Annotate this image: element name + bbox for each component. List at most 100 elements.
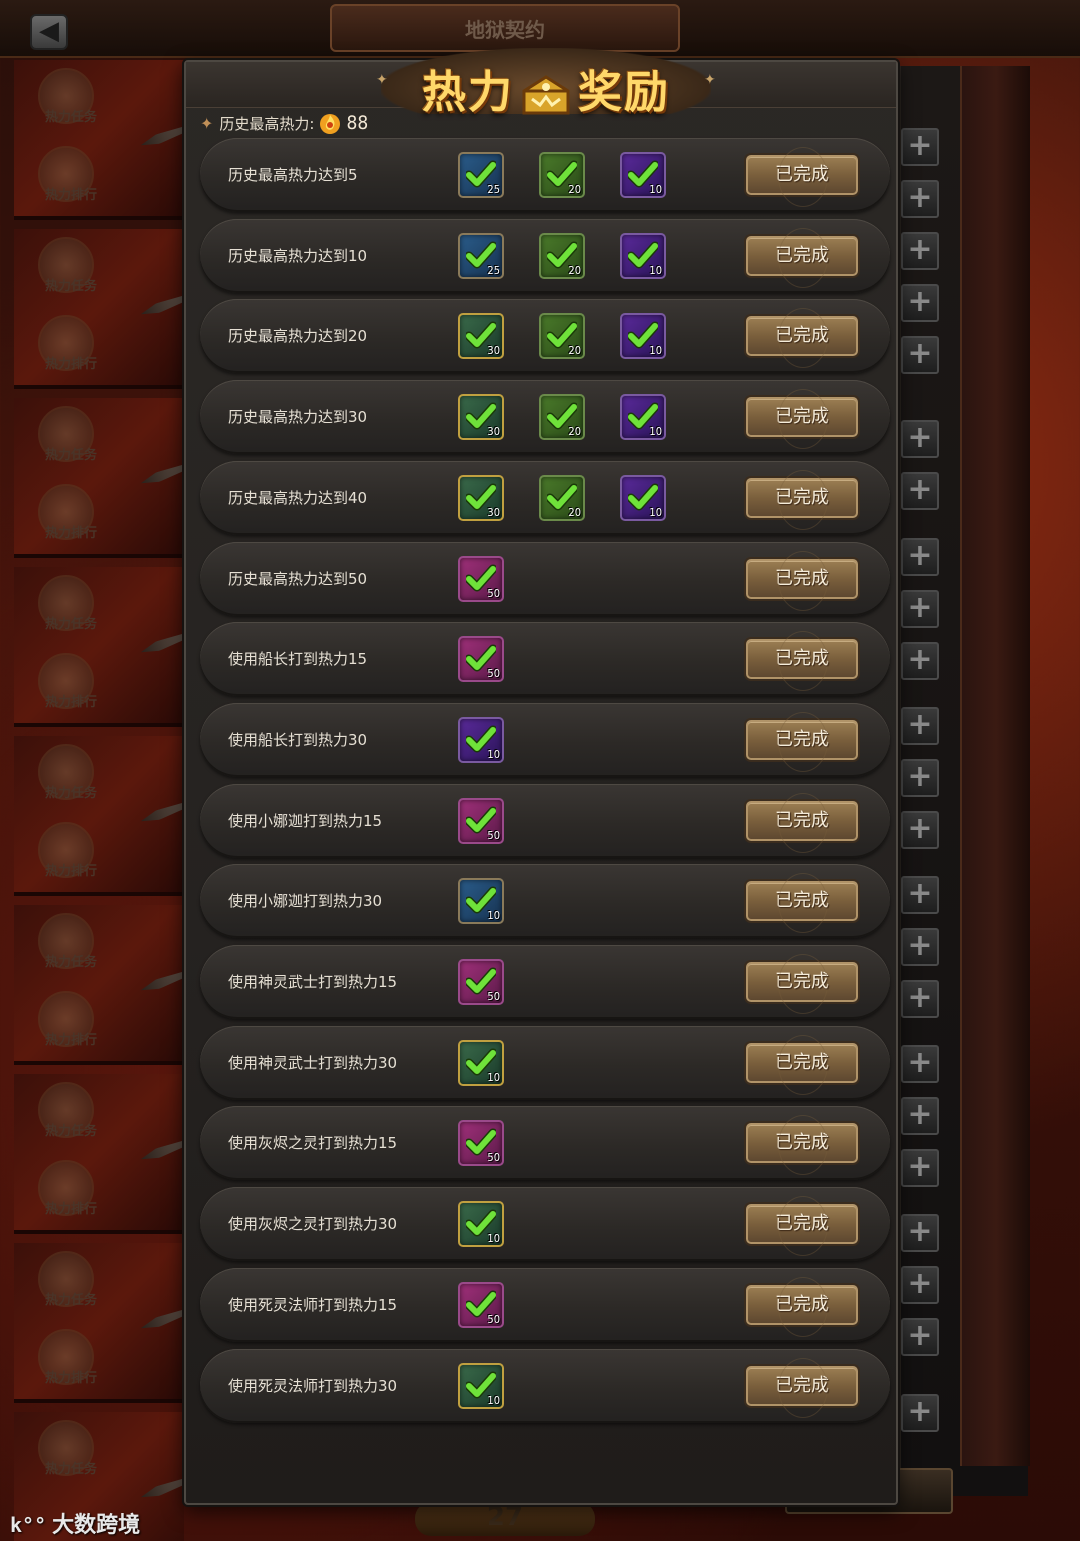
heat-reward-dialog: ✦ ✦ 热力 奖励 ✦ 历史最高热力: 88 历史最高热力达到5 25 20 10 已完… bbox=[184, 48, 898, 1505]
reward-quantity: 10 bbox=[487, 748, 500, 761]
task-name: 使用小娜迦打到热力30 bbox=[228, 892, 383, 910]
reward-quantity: 10 bbox=[487, 909, 500, 922]
record-value: 88 bbox=[346, 112, 369, 134]
plus-button[interactable]: + bbox=[901, 180, 939, 218]
plus-button[interactable]: + bbox=[901, 928, 939, 966]
reward-item[interactable]: 10 bbox=[620, 313, 666, 359]
completed-button[interactable]: 已完成 bbox=[746, 712, 858, 772]
plus-button[interactable]: + bbox=[901, 1045, 939, 1083]
reward-item[interactable]: 10 bbox=[458, 878, 504, 924]
reward-item[interactable]: 20 bbox=[539, 152, 585, 198]
reward-item[interactable]: 50 bbox=[458, 1120, 504, 1166]
completed-button[interactable]: 已完成 bbox=[746, 954, 858, 1014]
watermark-text: 大数跨境 bbox=[52, 1513, 141, 1538]
reward-item[interactable]: 50 bbox=[458, 959, 504, 1005]
task-row: 历史最高热力达到5 25 20 10 已完成 bbox=[200, 138, 890, 212]
plus-button[interactable]: + bbox=[901, 876, 939, 914]
reward-item[interactable]: 20 bbox=[539, 475, 585, 521]
task-name: 使用灰烬之灵打到热力15 bbox=[228, 1134, 398, 1152]
task-row: 使用死灵法师打到热力30 10 已完成 bbox=[200, 1349, 890, 1423]
reward-item[interactable]: 20 bbox=[539, 313, 585, 359]
plus-button[interactable]: + bbox=[901, 420, 939, 458]
dialog-title-right: 奖励 bbox=[578, 67, 670, 118]
completed-button[interactable]: 已完成 bbox=[746, 228, 858, 288]
reward-quantity: 10 bbox=[649, 506, 662, 519]
reward-quantity: 20 bbox=[568, 425, 581, 438]
completed-button[interactable]: 已完成 bbox=[746, 551, 858, 611]
reward-quantity: 50 bbox=[487, 587, 500, 600]
plus-button[interactable]: + bbox=[901, 811, 939, 849]
task-row: 使用小娜迦打到热力15 50 已完成 bbox=[200, 784, 890, 858]
plus-button[interactable]: + bbox=[901, 642, 939, 680]
reward-quantity: 30 bbox=[487, 425, 500, 438]
completed-button[interactable]: 已完成 bbox=[746, 389, 858, 449]
plus-button[interactable]: + bbox=[901, 284, 939, 322]
plus-button[interactable]: + bbox=[901, 1266, 939, 1304]
plus-button[interactable]: + bbox=[901, 232, 939, 270]
left-tile-label: 热力任务 bbox=[44, 1124, 97, 1139]
reward-item[interactable]: 10 bbox=[458, 1040, 504, 1086]
completed-button[interactable]: 已完成 bbox=[746, 1277, 858, 1337]
completed-button[interactable]: 已完成 bbox=[746, 793, 858, 853]
reward-quantity: 10 bbox=[649, 183, 662, 196]
reward-item[interactable]: 25 bbox=[458, 233, 504, 279]
reward-item[interactable]: 10 bbox=[620, 394, 666, 440]
task-name: 使用神灵武士打到热力15 bbox=[228, 973, 398, 991]
reward-item[interactable]: 30 bbox=[458, 394, 504, 440]
plus-button[interactable]: + bbox=[901, 980, 939, 1018]
task-name: 使用船长打到热力15 bbox=[228, 650, 368, 668]
plus-button[interactable]: + bbox=[901, 759, 939, 797]
left-tile-label: 热力排行 bbox=[44, 526, 97, 541]
plus-button[interactable]: + bbox=[901, 1318, 939, 1356]
left-tile-label: 热力任务 bbox=[44, 1462, 97, 1477]
completed-button[interactable]: 已完成 bbox=[746, 1115, 858, 1175]
plus-button[interactable]: + bbox=[901, 1097, 939, 1135]
plus-button[interactable]: + bbox=[901, 128, 939, 166]
reward-item[interactable]: 10 bbox=[458, 1201, 504, 1247]
task-row: 使用船长打到热力15 50 已完成 bbox=[200, 622, 890, 696]
plus-button[interactable]: + bbox=[901, 1149, 939, 1187]
left-tile-label: 热力排行 bbox=[44, 188, 97, 203]
reward-item[interactable]: 50 bbox=[458, 1282, 504, 1328]
reward-item[interactable]: 30 bbox=[458, 475, 504, 521]
star-icon: ✦ bbox=[200, 113, 214, 133]
reward-item[interactable]: 50 bbox=[458, 798, 504, 844]
task-row: 使用神灵武士打到热力15 50 已完成 bbox=[200, 945, 890, 1019]
plus-button[interactable]: + bbox=[901, 1214, 939, 1252]
plus-button[interactable]: + bbox=[901, 1394, 939, 1432]
reward-item[interactable]: 20 bbox=[539, 394, 585, 440]
completed-button[interactable]: 已完成 bbox=[746, 470, 858, 530]
reward-item[interactable]: 20 bbox=[539, 233, 585, 279]
completed-button[interactable]: 已完成 bbox=[746, 1196, 858, 1256]
task-row: 使用船长打到热力30 10 已完成 bbox=[200, 703, 890, 777]
sparkle-icon: ✦ bbox=[704, 72, 716, 88]
completed-button[interactable]: 已完成 bbox=[746, 1358, 858, 1418]
task-row: 使用死灵法师打到热力15 50 已完成 bbox=[200, 1268, 890, 1342]
left-tile-label: 热力排行 bbox=[44, 695, 97, 710]
plus-button[interactable]: + bbox=[901, 590, 939, 628]
reward-item[interactable]: 25 bbox=[458, 152, 504, 198]
back-button[interactable]: ◀ bbox=[30, 14, 68, 50]
plus-button[interactable]: + bbox=[901, 538, 939, 576]
plus-button[interactable]: + bbox=[901, 707, 939, 745]
reward-item[interactable]: 50 bbox=[458, 636, 504, 682]
dialog-title: 热力 奖励 bbox=[391, 56, 701, 120]
completed-button[interactable]: 已完成 bbox=[746, 631, 858, 691]
completed-button[interactable]: 已完成 bbox=[746, 147, 858, 207]
task-row: 历史最高热力达到30 30 20 10 已完成 bbox=[200, 380, 890, 454]
left-tile-label: 热力任务 bbox=[44, 786, 97, 801]
reward-item[interactable]: 10 bbox=[458, 1363, 504, 1409]
reward-quantity: 10 bbox=[487, 1071, 500, 1084]
reward-item[interactable]: 10 bbox=[620, 152, 666, 198]
reward-item[interactable]: 10 bbox=[458, 717, 504, 763]
bottom-counter: 27 bbox=[415, 1502, 595, 1536]
completed-button[interactable]: 已完成 bbox=[746, 1035, 858, 1095]
reward-item[interactable]: 30 bbox=[458, 313, 504, 359]
plus-button[interactable]: + bbox=[901, 472, 939, 510]
plus-button[interactable]: + bbox=[901, 336, 939, 374]
reward-item[interactable]: 10 bbox=[620, 233, 666, 279]
reward-item[interactable]: 50 bbox=[458, 556, 504, 602]
completed-button[interactable]: 已完成 bbox=[746, 873, 858, 933]
reward-item[interactable]: 10 bbox=[620, 475, 666, 521]
completed-button[interactable]: 已完成 bbox=[746, 308, 858, 368]
